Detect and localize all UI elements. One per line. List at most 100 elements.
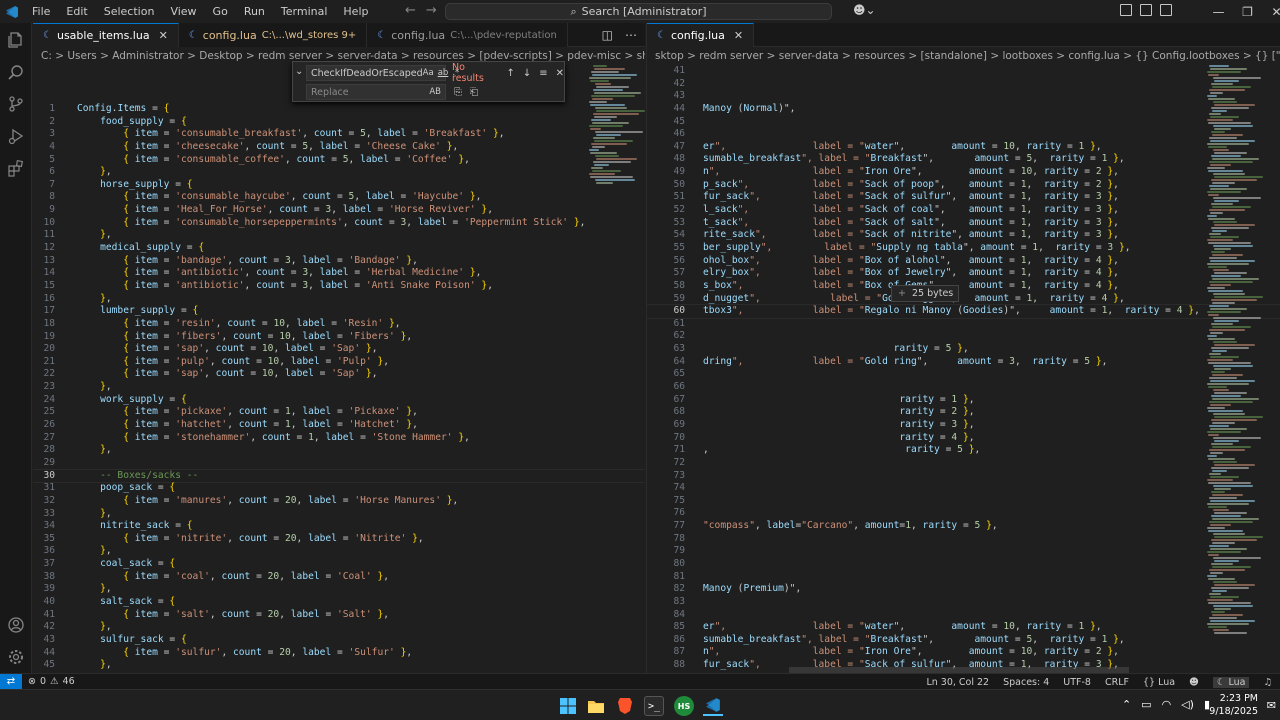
- code-line[interactable]: 5 { item = 'consumable_coffee', count = …: [33, 154, 645, 167]
- code-line[interactable]: 16 },: [33, 293, 645, 306]
- code-line[interactable]: 38 { item = 'coal', count = 20, label = …: [33, 571, 645, 584]
- code-line[interactable]: 8 { item = 'consumable_haycube', count =…: [33, 191, 645, 204]
- code-line[interactable]: 70 rarity = 4 },: [647, 432, 1280, 445]
- code-line[interactable]: 15 { item = 'antibiotic', count = 3, lab…: [33, 280, 645, 293]
- cursor-position[interactable]: Ln 30, Col 22: [926, 677, 989, 688]
- code-line[interactable]: 41: [647, 65, 1280, 78]
- code-line[interactable]: 71 , rarity = 5 },: [647, 444, 1280, 457]
- code-line[interactable]: 40 salt_sack = {: [33, 596, 645, 609]
- code-line[interactable]: 52 l_sack", label = "Sack of coal", amoun…: [647, 204, 1280, 217]
- code-line[interactable]: 47 er", label = "water", amount = 10, rar…: [647, 141, 1280, 154]
- code-line[interactable]: 65: [647, 368, 1280, 381]
- code-line[interactable]: 12 medical_supply = {: [33, 242, 645, 255]
- code-line[interactable]: 22 { item = 'sap', count = 10, label = '…: [33, 368, 645, 381]
- code-line[interactable]: 58s_box", label = "Box of Gems", amount …: [647, 280, 1280, 293]
- code-line[interactable]: 21 { item = 'pulp', count = 10, label = …: [33, 356, 645, 369]
- code-line[interactable]: 2 food_supply = {: [33, 116, 645, 129]
- code-line[interactable]: 57 elry_box", label = "Box of Jewelry", a…: [647, 267, 1280, 280]
- code-line[interactable]: 42 },: [33, 621, 645, 634]
- code-line[interactable]: 48 sumable_breakfast", label = "Breakfast…: [647, 153, 1280, 166]
- menu-selection[interactable]: Selection: [96, 0, 163, 23]
- code-line[interactable]: 18 { item = 'resin', count = 10, label =…: [33, 318, 645, 331]
- close-tab-icon[interactable]: ✕: [159, 29, 168, 42]
- minimap-left[interactable]: [585, 65, 645, 665]
- forward-arrow-icon[interactable]: →: [426, 3, 437, 18]
- vscode-taskbar-icon[interactable]: [703, 696, 723, 716]
- code-line[interactable]: 61: [647, 318, 1280, 331]
- code-line[interactable]: 34 nitrite_sack = {: [33, 520, 645, 533]
- menu-run[interactable]: Run: [236, 0, 273, 23]
- copilot-status-icon[interactable]: ☻: [1189, 677, 1199, 688]
- code-line[interactable]: 3 { item = 'consumable_breakfast', count…: [33, 128, 645, 141]
- taskbar-clock[interactable]: 2:23 PM 9/18/2025: [1209, 692, 1258, 718]
- code-line[interactable]: 29: [33, 457, 645, 470]
- code-line[interactable]: 17 lumber_supply = {: [33, 305, 645, 318]
- code-line[interactable]: 27 { item = 'stonehammer', count = 1, la…: [33, 432, 645, 445]
- code-line[interactable]: 60 tbox3", label = "Regalo ni Manoy (Good…: [647, 304, 1280, 319]
- more-actions-icon[interactable]: ⋯: [625, 28, 637, 42]
- account-icon[interactable]: [6, 615, 26, 635]
- code-line[interactable]: 45 },: [33, 659, 645, 672]
- code-line[interactable]: 31 poop_sack = {: [33, 482, 645, 495]
- code-line[interactable]: 13 { item = 'bandage', count = 3, label …: [33, 255, 645, 268]
- maximize-icon[interactable]: ❐: [1233, 0, 1262, 23]
- terminal-icon[interactable]: >_: [644, 696, 664, 716]
- network-icon[interactable]: ▭: [1141, 698, 1151, 711]
- show-hidden-icons-icon[interactable]: ⌃: [1122, 698, 1131, 711]
- code-line[interactable]: 37 coal_sack = {: [33, 558, 645, 571]
- match-word-icon[interactable]: ab: [438, 68, 449, 78]
- code-line[interactable]: 76: [647, 507, 1280, 520]
- code-line[interactable]: 73: [647, 470, 1280, 483]
- code-line[interactable]: 66: [647, 381, 1280, 394]
- code-line[interactable]: 6 },: [33, 166, 645, 179]
- code-line[interactable]: 82 Manoy (Premium)",: [647, 583, 1280, 596]
- code-line[interactable]: 7 horse_supply = {: [33, 179, 645, 192]
- brave-browser-icon[interactable]: [615, 696, 635, 716]
- menu-help[interactable]: Help: [335, 0, 376, 23]
- replace-one-icon[interactable]: ⎘: [454, 87, 462, 98]
- language-mode[interactable]: {} Lua: [1143, 677, 1175, 688]
- language-server-status[interactable]: ☾ Lua: [1212, 676, 1250, 688]
- menu-terminal[interactable]: Terminal: [273, 0, 336, 23]
- toggle-secondary-sidebar-icon[interactable]: [1160, 4, 1172, 16]
- file-explorer-icon[interactable]: [586, 696, 606, 716]
- code-line[interactable]: 62: [647, 330, 1280, 343]
- code-line[interactable]: 80: [647, 558, 1280, 571]
- code-line[interactable]: 32 { item = 'manures', count = 20, label…: [33, 495, 645, 508]
- code-line[interactable]: 25 { item = 'pickaxe', count = 1, label …: [33, 406, 645, 419]
- code-line[interactable]: 28 },: [33, 444, 645, 457]
- code-line[interactable]: 77 "compass", label="Carcano", amount=1, …: [647, 520, 1280, 533]
- code-line[interactable]: 10 { item = 'consumable_horsepeppermints…: [33, 217, 645, 230]
- code-line[interactable]: 67 rarity = 1 },: [647, 394, 1280, 407]
- code-line[interactable]: 4 { item = 'cheesecake', count = 5, labe…: [33, 141, 645, 154]
- code-line[interactable]: 1 Config.Items = {: [33, 103, 645, 116]
- breadcrumb-right[interactable]: sktop > redm server > server-data > reso…: [647, 47, 1280, 65]
- code-line[interactable]: 81: [647, 571, 1280, 584]
- code-line[interactable]: 44 Manoy (Normal)",: [647, 103, 1280, 116]
- tab-config-wd-stores[interactable]: ☾ config.lua C:\...\wd_stores 9+: [178, 23, 368, 47]
- code-line[interactable]: 9 { item = 'Heal_For_Horse', count = 3, …: [33, 204, 645, 217]
- run-debug-icon[interactable]: [6, 126, 26, 146]
- code-line[interactable]: 36 },: [33, 545, 645, 558]
- code-line[interactable]: 69 rarity = 3 },: [647, 419, 1280, 432]
- code-line[interactable]: 87 n", label = "Iron Ore", amount = 10, r…: [647, 646, 1280, 659]
- code-line[interactable]: 51 fur_sack", label = "Sack of sulfur", a…: [647, 191, 1280, 204]
- replace-all-icon[interactable]: ⎗: [470, 87, 478, 98]
- code-line[interactable]: 54 rite_sack", label = "Sack of nitrite",…: [647, 229, 1280, 242]
- notifications-bell-icon[interactable]: ♫: [1263, 677, 1272, 688]
- code-editor-left[interactable]: 1 Config.Items = {2 food_supply = {3 { it…: [33, 103, 645, 672]
- code-line[interactable]: 35 { item = 'nitrite', count = 20, label…: [33, 533, 645, 546]
- tab-config-reputation[interactable]: ☾ config.lua C:\...\pdev-reputation: [367, 23, 568, 47]
- code-line[interactable]: 26 { item = 'hatchet', count = 1, label …: [33, 419, 645, 432]
- extensions-icon[interactable]: [6, 158, 26, 178]
- toggle-panel-icon[interactable]: [1140, 4, 1152, 16]
- windows-start-icon[interactable]: [558, 696, 578, 716]
- settings-gear-icon[interactable]: [6, 647, 26, 667]
- code-line[interactable]: 33 },: [33, 508, 645, 521]
- code-line[interactable]: 14 { item = 'antibiotic', count = 3, lab…: [33, 267, 645, 280]
- close-window-icon[interactable]: ✕: [1262, 0, 1280, 23]
- menu-file[interactable]: File: [24, 0, 58, 23]
- code-line[interactable]: 56 ohol_box", label = "Box of alohol", am…: [647, 255, 1280, 268]
- tab-config-lootboxes[interactable]: ☾ config.lua ✕: [647, 23, 755, 47]
- search-sidebar-icon[interactable]: [6, 63, 26, 83]
